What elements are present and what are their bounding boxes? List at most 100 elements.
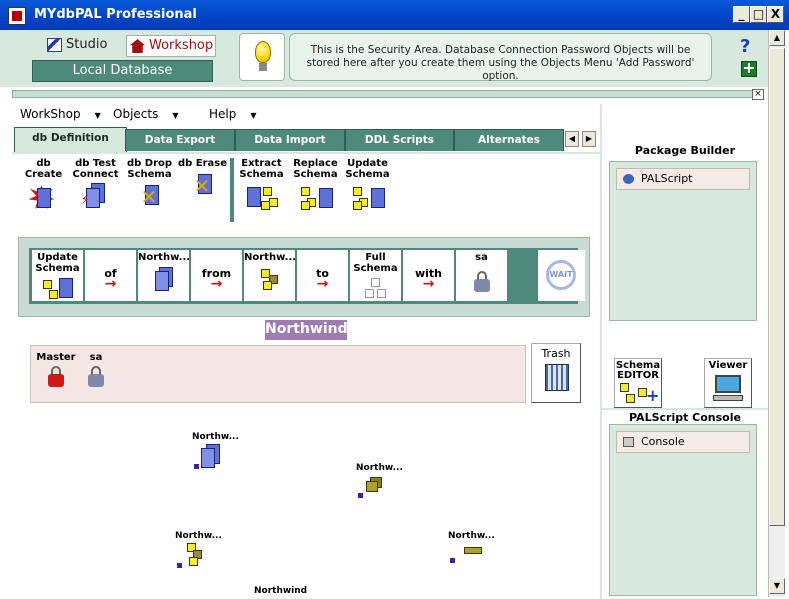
db-erase-icon: ✕ bbox=[193, 174, 212, 198]
canvas-object[interactable]: Northw... bbox=[448, 531, 495, 563]
database-icon bbox=[192, 444, 222, 470]
pipeline-from[interactable]: from → bbox=[191, 250, 242, 301]
schema-editor-icon: + bbox=[618, 381, 659, 407]
workshop-button[interactable]: Workshop bbox=[126, 35, 216, 57]
canvas-object[interactable]: Northw... bbox=[175, 531, 222, 568]
tab-db-definition[interactable]: db Definition bbox=[14, 127, 127, 152]
workspace: × WorkShop ▼ Objects ▼ Help ▼ db Definition… bbox=[0, 87, 768, 599]
tab-data-import[interactable]: Data Import bbox=[235, 129, 345, 151]
header: Studio Workshop Local Database This is t… bbox=[0, 30, 768, 87]
local-database-button[interactable]: Local Database bbox=[32, 60, 213, 82]
studio-label: Studio bbox=[66, 37, 108, 52]
arrow-right-icon: → bbox=[210, 276, 223, 292]
studio-icon bbox=[47, 38, 62, 52]
palscript-icon bbox=[623, 174, 634, 184]
extract-schema-button[interactable]: Extract Schema bbox=[234, 158, 289, 211]
canvas-object[interactable]: Northw... bbox=[192, 432, 239, 469]
console-box: Console bbox=[609, 424, 757, 596]
menu-help[interactable]: Help ▼ bbox=[209, 107, 257, 121]
console-item[interactable]: Console bbox=[616, 431, 750, 453]
help-icon[interactable]: ? bbox=[740, 36, 750, 57]
tab-alternates[interactable]: Alternates bbox=[454, 129, 564, 151]
first-aid-icon[interactable] bbox=[741, 58, 757, 77]
vertical-scrollbar[interactable]: ▲ ▼ bbox=[768, 30, 785, 597]
arrow-right-icon: → bbox=[104, 276, 117, 292]
chevron-down-icon: ▼ bbox=[94, 111, 101, 120]
viewer-button[interactable]: Viewer bbox=[704, 358, 752, 408]
trash-button[interactable]: Trash bbox=[531, 343, 581, 403]
update-schema-icon bbox=[42, 276, 73, 300]
pipeline-with[interactable]: with → bbox=[403, 250, 454, 301]
right-panel: Package Builder PALScript Schema EDITOR … bbox=[600, 104, 768, 599]
database-icon bbox=[149, 265, 179, 291]
user-master[interactable]: Master bbox=[36, 352, 76, 388]
security-area: Master sa bbox=[30, 345, 526, 403]
extract-schema-icon bbox=[246, 183, 278, 211]
pipeline-full-schema[interactable]: Full Schema bbox=[350, 250, 401, 301]
arrow-right-icon: → bbox=[422, 276, 435, 292]
schema-icon bbox=[255, 265, 285, 290]
package-builder-title: Package Builder bbox=[634, 144, 736, 157]
pipeline-source-db[interactable]: Northw... bbox=[138, 250, 190, 301]
monitor-icon bbox=[713, 375, 743, 403]
pipeline-of[interactable]: of → bbox=[85, 250, 136, 301]
close-button[interactable]: X bbox=[767, 6, 784, 23]
workspace-close-icon[interactable]: × bbox=[752, 89, 764, 100]
menu-objects[interactable]: Objects ▼ bbox=[113, 107, 179, 121]
minimize-button[interactable]: _ bbox=[733, 6, 750, 23]
palscript-item[interactable]: PALScript bbox=[616, 168, 750, 190]
scroll-thumb[interactable] bbox=[769, 48, 785, 526]
lock-icon bbox=[473, 271, 490, 293]
db-create-button[interactable]: db Create bbox=[16, 158, 71, 211]
tab-strip: db Definition Data Export Data Import DD… bbox=[12, 127, 600, 152]
maximize-button[interactable]: □ bbox=[750, 6, 767, 23]
wait-icon: WAIT bbox=[546, 260, 576, 290]
db-erase-button[interactable]: db Erase ✕ bbox=[175, 158, 230, 200]
wait-button[interactable]: WAIT bbox=[538, 250, 585, 301]
update-schema-button[interactable]: Update Schema bbox=[340, 158, 395, 211]
lock-icon bbox=[48, 366, 64, 388]
command-pipeline: Update Schema of → Northw... from → Nort… bbox=[18, 237, 590, 317]
tool-panel: db Create db Test Connect ⚡ db Drop Sche… bbox=[12, 152, 600, 229]
info-message: This is the Security Area. Database Conn… bbox=[289, 33, 712, 82]
lock-icon bbox=[88, 366, 104, 388]
replace-schema-button[interactable]: Replace Schema bbox=[288, 158, 343, 211]
tab-scroll-right-icon[interactable]: ▶ bbox=[582, 131, 596, 147]
db-create-icon bbox=[28, 183, 59, 211]
studio-button[interactable]: Studio bbox=[44, 35, 120, 57]
pipeline-user-sa[interactable]: sa bbox=[456, 250, 507, 301]
scroll-down-arrow[interactable]: ▼ bbox=[769, 578, 785, 594]
tables-icon bbox=[175, 543, 205, 569]
canvas-object[interactable]: Northwind bbox=[254, 586, 307, 596]
chevron-down-icon: ▼ bbox=[172, 111, 179, 120]
canvas-object[interactable]: Northw... bbox=[356, 463, 403, 498]
pipeline-to[interactable]: to → bbox=[297, 250, 348, 301]
pipeline-target-db[interactable]: Northw... bbox=[244, 250, 296, 301]
house-icon bbox=[130, 39, 145, 53]
window-title: MYdbPAL Professional bbox=[34, 7, 197, 22]
user-sa[interactable]: sa bbox=[76, 352, 116, 388]
db-drop-schema-button[interactable]: db Drop Schema ✕ bbox=[122, 158, 177, 211]
full-schema-icon bbox=[361, 276, 391, 300]
workshop-label: Workshop bbox=[149, 38, 214, 53]
menu-bar: WorkShop ▼ Objects ▼ Help ▼ bbox=[12, 104, 600, 126]
schema-icon bbox=[356, 475, 386, 501]
tab-data-export[interactable]: Data Export bbox=[125, 129, 235, 151]
arrow-right-icon: → bbox=[316, 276, 329, 292]
chevron-down-icon: ▼ bbox=[250, 111, 257, 120]
database-name-badge: Northwind bbox=[265, 320, 348, 340]
schema-editor-button[interactable]: Schema EDITOR + bbox=[614, 358, 662, 408]
scroll-up-arrow[interactable]: ▲ bbox=[769, 30, 785, 46]
pipeline-update-schema[interactable]: Update Schema bbox=[32, 250, 83, 301]
menu-workshop[interactable]: WorkShop ▼ bbox=[20, 107, 101, 121]
trash-can-icon bbox=[545, 364, 569, 391]
replace-schema-icon bbox=[300, 183, 333, 211]
lightbulb-button[interactable] bbox=[239, 33, 285, 81]
workspace-header-strip bbox=[12, 90, 764, 98]
console-icon bbox=[623, 437, 634, 447]
db-test-connect-icon: ⚡ bbox=[81, 183, 111, 211]
tab-ddl-scripts[interactable]: DDL Scripts bbox=[345, 129, 454, 151]
db-test-connect-button[interactable]: db Test Connect ⚡ bbox=[68, 158, 123, 211]
tab-scroll-left-icon[interactable]: ◀ bbox=[565, 131, 579, 147]
palscript-console-title: PALScript Console bbox=[602, 408, 768, 424]
